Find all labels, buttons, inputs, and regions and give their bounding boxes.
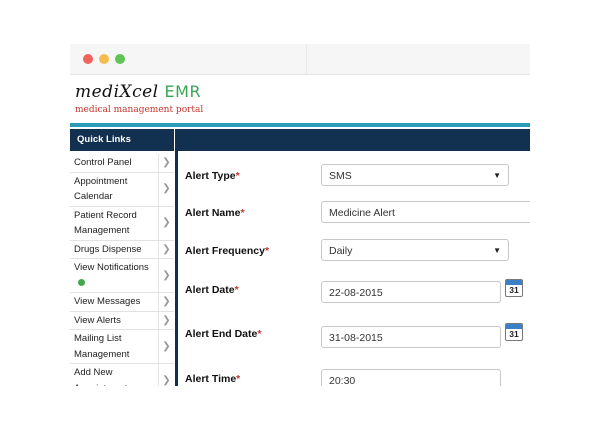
sidebar-item-mailing-list-management[interactable]: Mailing List Management ❯ [70,330,174,364]
chevron-right-icon: ❯ [158,364,174,386]
alert-time-label-text: Alert Time [185,373,237,385]
alert-frequency-select[interactable]: Daily ▼ [321,239,509,261]
sidebar-item-label: View Messages [74,296,141,307]
sidebar-item-label: Add New Appointment [74,367,127,386]
sidebar-item-view-notifications[interactable]: View Notifications ❯ [70,259,174,293]
logo-tagline: medical management portal [75,105,204,115]
maximize-window-button[interactable] [115,54,125,64]
alert-date-label: Alert Date* [185,284,239,296]
alert-name-label: Alert Name* [185,207,245,219]
sidebar-item-label: Control Panel [74,157,132,168]
chevron-right-icon: ❯ [158,206,174,240]
chevron-right-icon: ❯ [158,240,174,258]
chevron-right-icon: ❯ [158,259,174,292]
calendar-icon-day: 31 [509,329,519,339]
sidebar-divider [175,129,178,386]
alert-frequency-label: Alert Frequency* [185,245,269,257]
sidebar-item-label: View Alerts [74,314,121,326]
sidebar-item-label: Drugs Dispense [74,243,142,255]
header-accent-line [70,123,530,127]
alert-date-label-text: Alert Date [185,284,235,296]
logo-wordmark: mediXcel EMR [75,82,203,102]
sidebar-item-appointment-calendar[interactable]: Appointment Calendar ❯ [70,172,174,207]
alert-end-date-input[interactable]: 31-08-2015 [321,326,501,348]
calendar-icon[interactable]: 31 [505,323,523,341]
bell-icon [78,279,85,287]
sidebar-item-add-new-appointment[interactable]: Add New Appointment ❯ [70,364,174,386]
required-asterisk: * [240,207,245,219]
alert-frequency-label-text: Alert Frequency [185,245,265,257]
titlebar-divider [306,44,307,74]
required-asterisk: * [264,245,270,257]
alert-type-value: SMS [329,170,352,182]
browser-window: mediXcel EMR medical management portal Q… [70,44,530,386]
logo-brand: mediXcel [75,82,159,102]
alert-end-date-label-text: Alert End Date [185,328,258,340]
alert-type-label: Alert Type* [185,170,240,182]
sidebar-item-patient-record-management[interactable]: Patient Record Management ❯ [70,206,174,241]
sidebar-item-control-panel[interactable]: Control Panel ❯ [70,154,174,173]
content-header-bar [178,129,530,151]
sidebar-item-drugs-dispense[interactable]: Drugs Dispense ❯ [70,240,174,259]
required-asterisk: * [236,373,241,385]
chevron-right-icon: ❯ [158,172,174,206]
alert-date-value: 22-08-2015 [329,287,383,299]
chevron-right-icon: ❯ [158,293,174,311]
dropdown-arrow-icon: ▼ [493,246,501,255]
chevron-right-icon: ❯ [158,311,174,329]
close-window-button[interactable] [83,54,93,64]
required-asterisk: * [257,328,262,340]
alert-end-date-label: Alert End Date* [185,328,261,340]
alert-date-input[interactable]: 22-08-2015 [321,281,501,303]
sidebar-item-label: Appointment Calendar [74,175,128,203]
quick-links-sidebar: Quick Links Control Panel ❯ Appointment … [70,129,174,386]
minimize-window-button[interactable] [99,54,109,64]
alert-type-select[interactable]: SMS ▼ [321,164,509,186]
alert-time-value: 20:30 [329,375,356,386]
sidebar-item-view-messages[interactable]: View Messages ❯ [70,293,174,312]
calendar-icon-day: 31 [509,285,519,295]
required-asterisk: * [234,284,239,296]
alert-frequency-value: Daily [329,245,353,257]
alert-name-value: Medicine Alert [329,207,395,219]
alert-name-input[interactable]: Medicine Alert [321,201,530,223]
window-titlebar [70,44,530,75]
dropdown-arrow-icon: ▼ [493,171,501,180]
sidebar-item-view-alerts[interactable]: View Alerts ❯ [70,311,174,330]
quick-links-header: Quick Links [70,129,174,151]
alert-type-label-text: Alert Type [185,170,236,182]
alert-end-date-value: 31-08-2015 [329,332,383,344]
alert-name-label-text: Alert Name [185,207,241,219]
sidebar-item-label: View Notifications [74,262,149,273]
logo-emr: EMR [164,82,202,101]
required-asterisk: * [235,170,240,182]
chevron-right-icon: ❯ [158,330,174,363]
alert-time-label: Alert Time* [185,373,240,385]
sidebar-item-label: Mailing List Management [74,333,130,360]
alert-time-input[interactable]: 20:30 [321,369,501,386]
sidebar-item-label: Patient Record Management [74,209,137,237]
app-logo[interactable]: mediXcel EMR medical management portal [75,82,203,115]
chevron-right-icon: ❯ [158,154,174,172]
calendar-icon[interactable]: 31 [505,279,523,297]
